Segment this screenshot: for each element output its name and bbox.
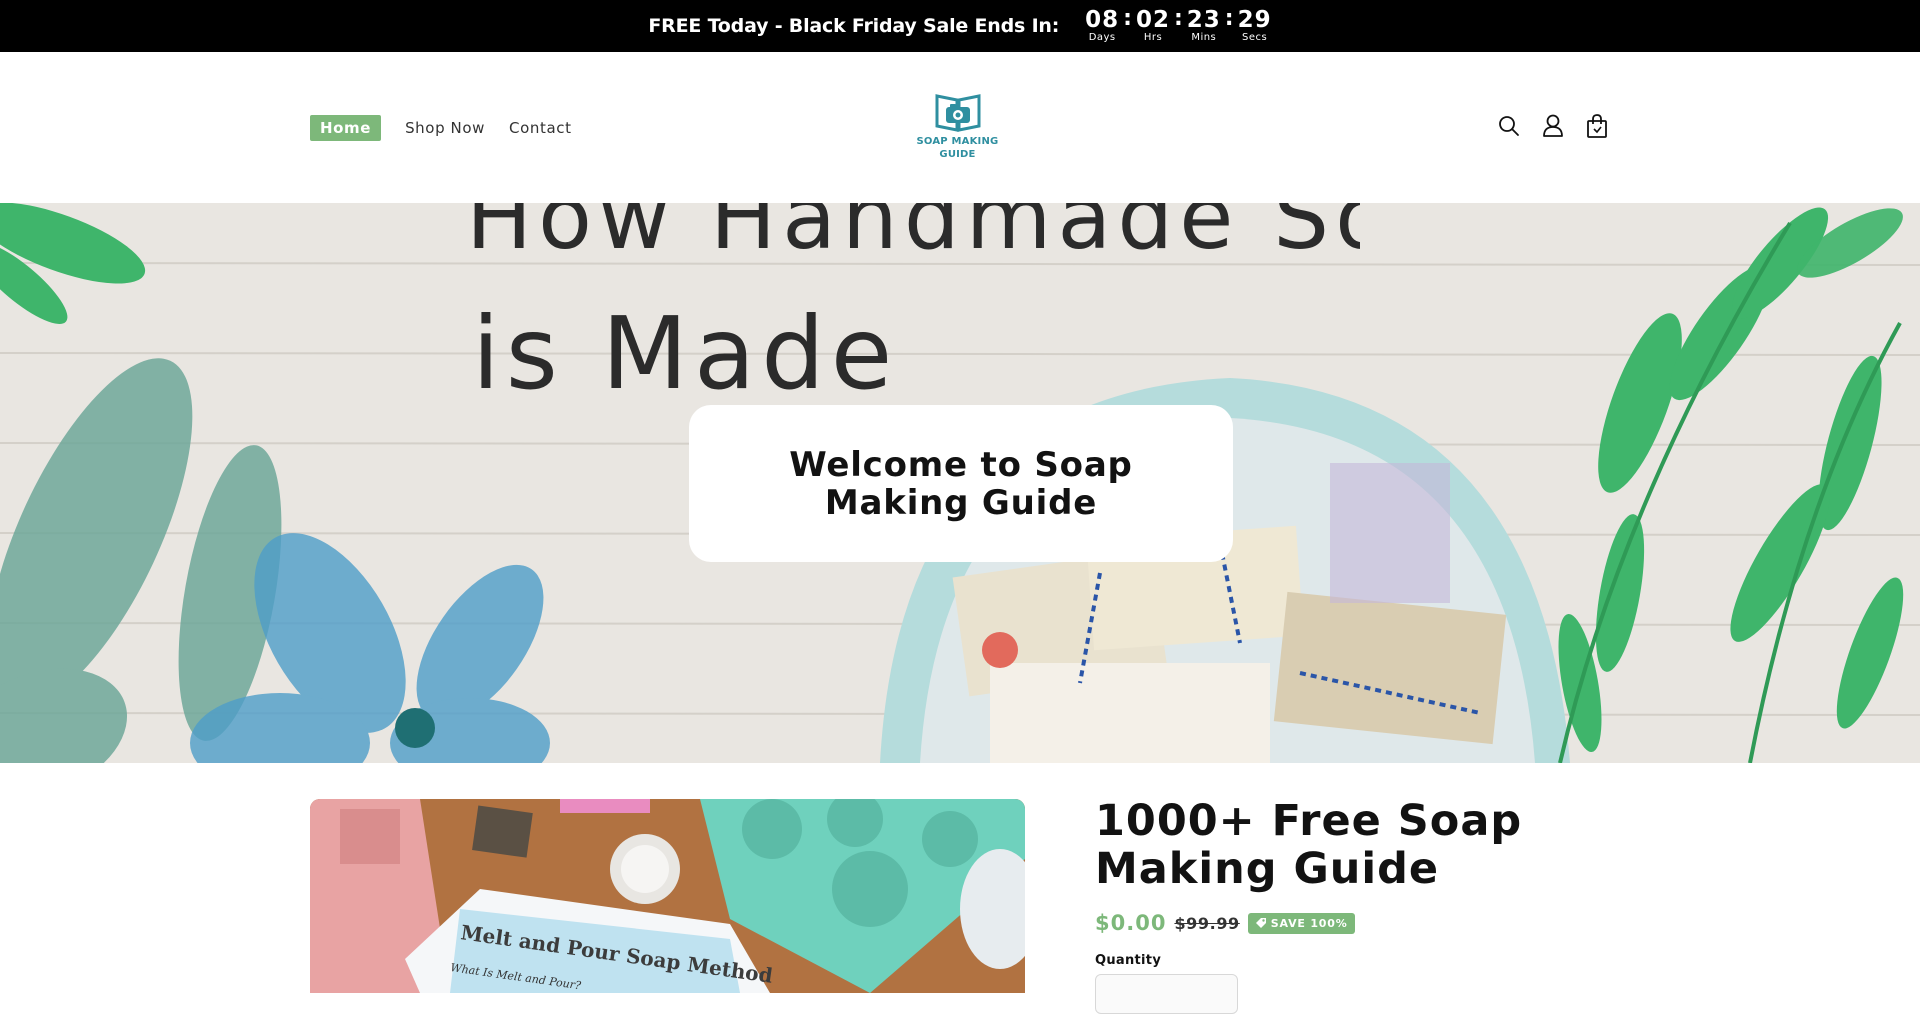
countdown-minutes: 23 Mins (1187, 8, 1221, 44)
announcement-text: FREE Today - Black Friday Sale Ends In: (648, 15, 1060, 37)
countdown-days-label: Days (1088, 32, 1116, 43)
search-icon[interactable] (1497, 113, 1521, 139)
product-image[interactable]: Melt and Pour Soap Method What Is Melt a… (310, 799, 1025, 993)
countdown-minutes-label: Mins (1191, 32, 1217, 43)
countdown-days-value: 08 (1085, 7, 1120, 33)
book-camera-icon (935, 94, 980, 132)
quantity-stepper[interactable] (1095, 974, 1238, 1014)
countdown-days: 08 Days (1085, 8, 1119, 44)
countdown-separator: : (1224, 6, 1234, 31)
countdown-seconds-label: Secs (1242, 32, 1268, 43)
announcement-bar: FREE Today - Black Friday Sale Ends In: … (0, 0, 1920, 52)
logo-text-line1: SOAP MAKING (916, 136, 999, 147)
hero-banner: How Handmade Soap is Made Welcome to Soa… (0, 203, 1920, 763)
cart-icon[interactable] (1585, 113, 1609, 139)
countdown-timer: 08 Days : 02 Hrs : 23 Mins : 29 Secs (1085, 8, 1271, 44)
countdown-hours-value: 02 (1135, 7, 1170, 33)
countdown-seconds-value: 29 (1237, 7, 1272, 33)
countdown-hours-label: Hrs (1143, 32, 1163, 43)
countdown-seconds: 29 Secs (1238, 8, 1272, 44)
hero-background-heading-line1: How Handmade Soap (466, 203, 1360, 269)
nav-item-home[interactable]: Home (310, 115, 382, 141)
countdown-hours: 02 Hrs (1136, 8, 1170, 44)
hero-welcome-card: Welcome to Soap Making Guide (689, 405, 1233, 562)
countdown-separator: : (1123, 6, 1132, 31)
hero-title: Welcome to Soap Making Guide (789, 444, 1133, 523)
tag-icon (1255, 918, 1266, 928)
save-badge: SAVE 100% (1247, 912, 1355, 934)
countdown-minutes-value: 23 (1186, 7, 1221, 33)
product-title: 1000+ Free Soap Making Guide (1095, 796, 1523, 894)
product-info: 1000+ Free Soap Making Guide $0.00 $99.9… (1095, 797, 1615, 1014)
save-badge-label: SAVE 100% (1270, 916, 1348, 930)
hero-background-heading-line2: is Made (472, 295, 898, 403)
nav-item-shop-now[interactable]: Shop Now (405, 116, 485, 140)
product-photo: Melt and Pour Soap Method What Is Melt a… (310, 799, 1025, 993)
nav-item-contact[interactable]: Contact (509, 116, 572, 140)
sale-price: $0.00 (1095, 911, 1167, 935)
hero-background-heading: How Handmade Soap is Made (466, 203, 1360, 403)
logo-text-line2: GUIDE (939, 149, 976, 160)
price-row: $0.00 $99.99 SAVE 100% (1095, 911, 1615, 935)
site-logo[interactable]: SOAP MAKING GUIDE (905, 90, 1010, 165)
account-icon[interactable] (1541, 113, 1565, 139)
site-header: Home Shop Now Contact SOAP MAKING GUIDE (0, 52, 1920, 203)
quantity-label: Quantity (1095, 953, 1162, 968)
main-nav: Home Shop Now Contact (310, 115, 572, 141)
compare-at-price: $99.99 (1174, 913, 1240, 933)
countdown-separator: : (1173, 6, 1183, 31)
header-icons (1497, 113, 1609, 139)
